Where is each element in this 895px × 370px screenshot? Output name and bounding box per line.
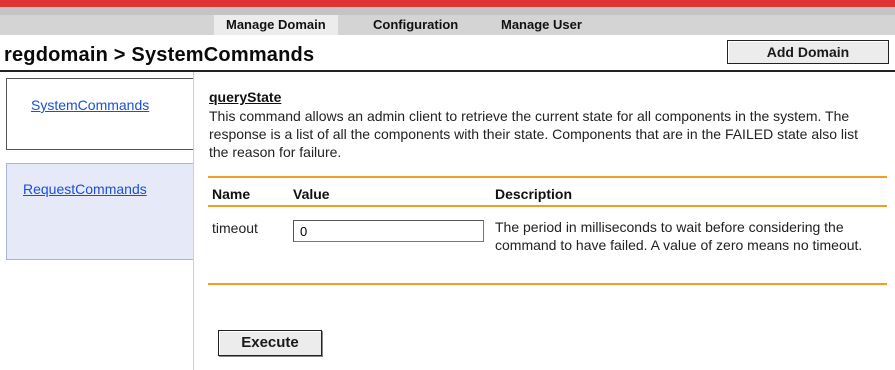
column-header-value: Value xyxy=(293,186,330,202)
sidebar-item-label[interactable]: SystemCommands xyxy=(31,97,149,113)
column-header-description: Description xyxy=(495,186,573,202)
timeout-input[interactable] xyxy=(293,220,484,242)
top-accent-bar xyxy=(0,0,895,7)
column-header-name: Name xyxy=(212,186,251,202)
command-description: This command allows an admin client to r… xyxy=(209,108,858,160)
header-divider xyxy=(0,70,895,72)
tab-configuration[interactable]: Configuration xyxy=(373,15,458,35)
table-bottom-rule xyxy=(208,283,887,285)
sidebar-divider xyxy=(193,72,194,370)
breadcrumb: regdomain > SystemCommands xyxy=(4,44,315,66)
sidebar-item-systemcommands[interactable]: SystemCommands xyxy=(6,78,193,150)
add-domain-button[interactable]: Add Domain xyxy=(727,40,889,64)
top-gray-band xyxy=(0,7,895,15)
tab-manage-domain[interactable]: Manage Domain xyxy=(214,15,338,35)
main-nav: Manage Domain Configuration Manage User xyxy=(0,15,895,35)
execute-button[interactable]: Execute xyxy=(218,330,322,356)
param-name-timeout: timeout xyxy=(212,220,258,236)
sidebar-item-requestcommands[interactable]: RequestCommands xyxy=(6,163,193,260)
table-header-rule xyxy=(208,205,887,207)
table-top-rule xyxy=(208,176,887,178)
param-description-timeout: The period in milliseconds to wait befor… xyxy=(495,219,863,253)
sidebar-item-label[interactable]: RequestCommands xyxy=(23,181,147,197)
command-title: queryState xyxy=(209,89,282,105)
tab-manage-user[interactable]: Manage User xyxy=(501,15,582,35)
